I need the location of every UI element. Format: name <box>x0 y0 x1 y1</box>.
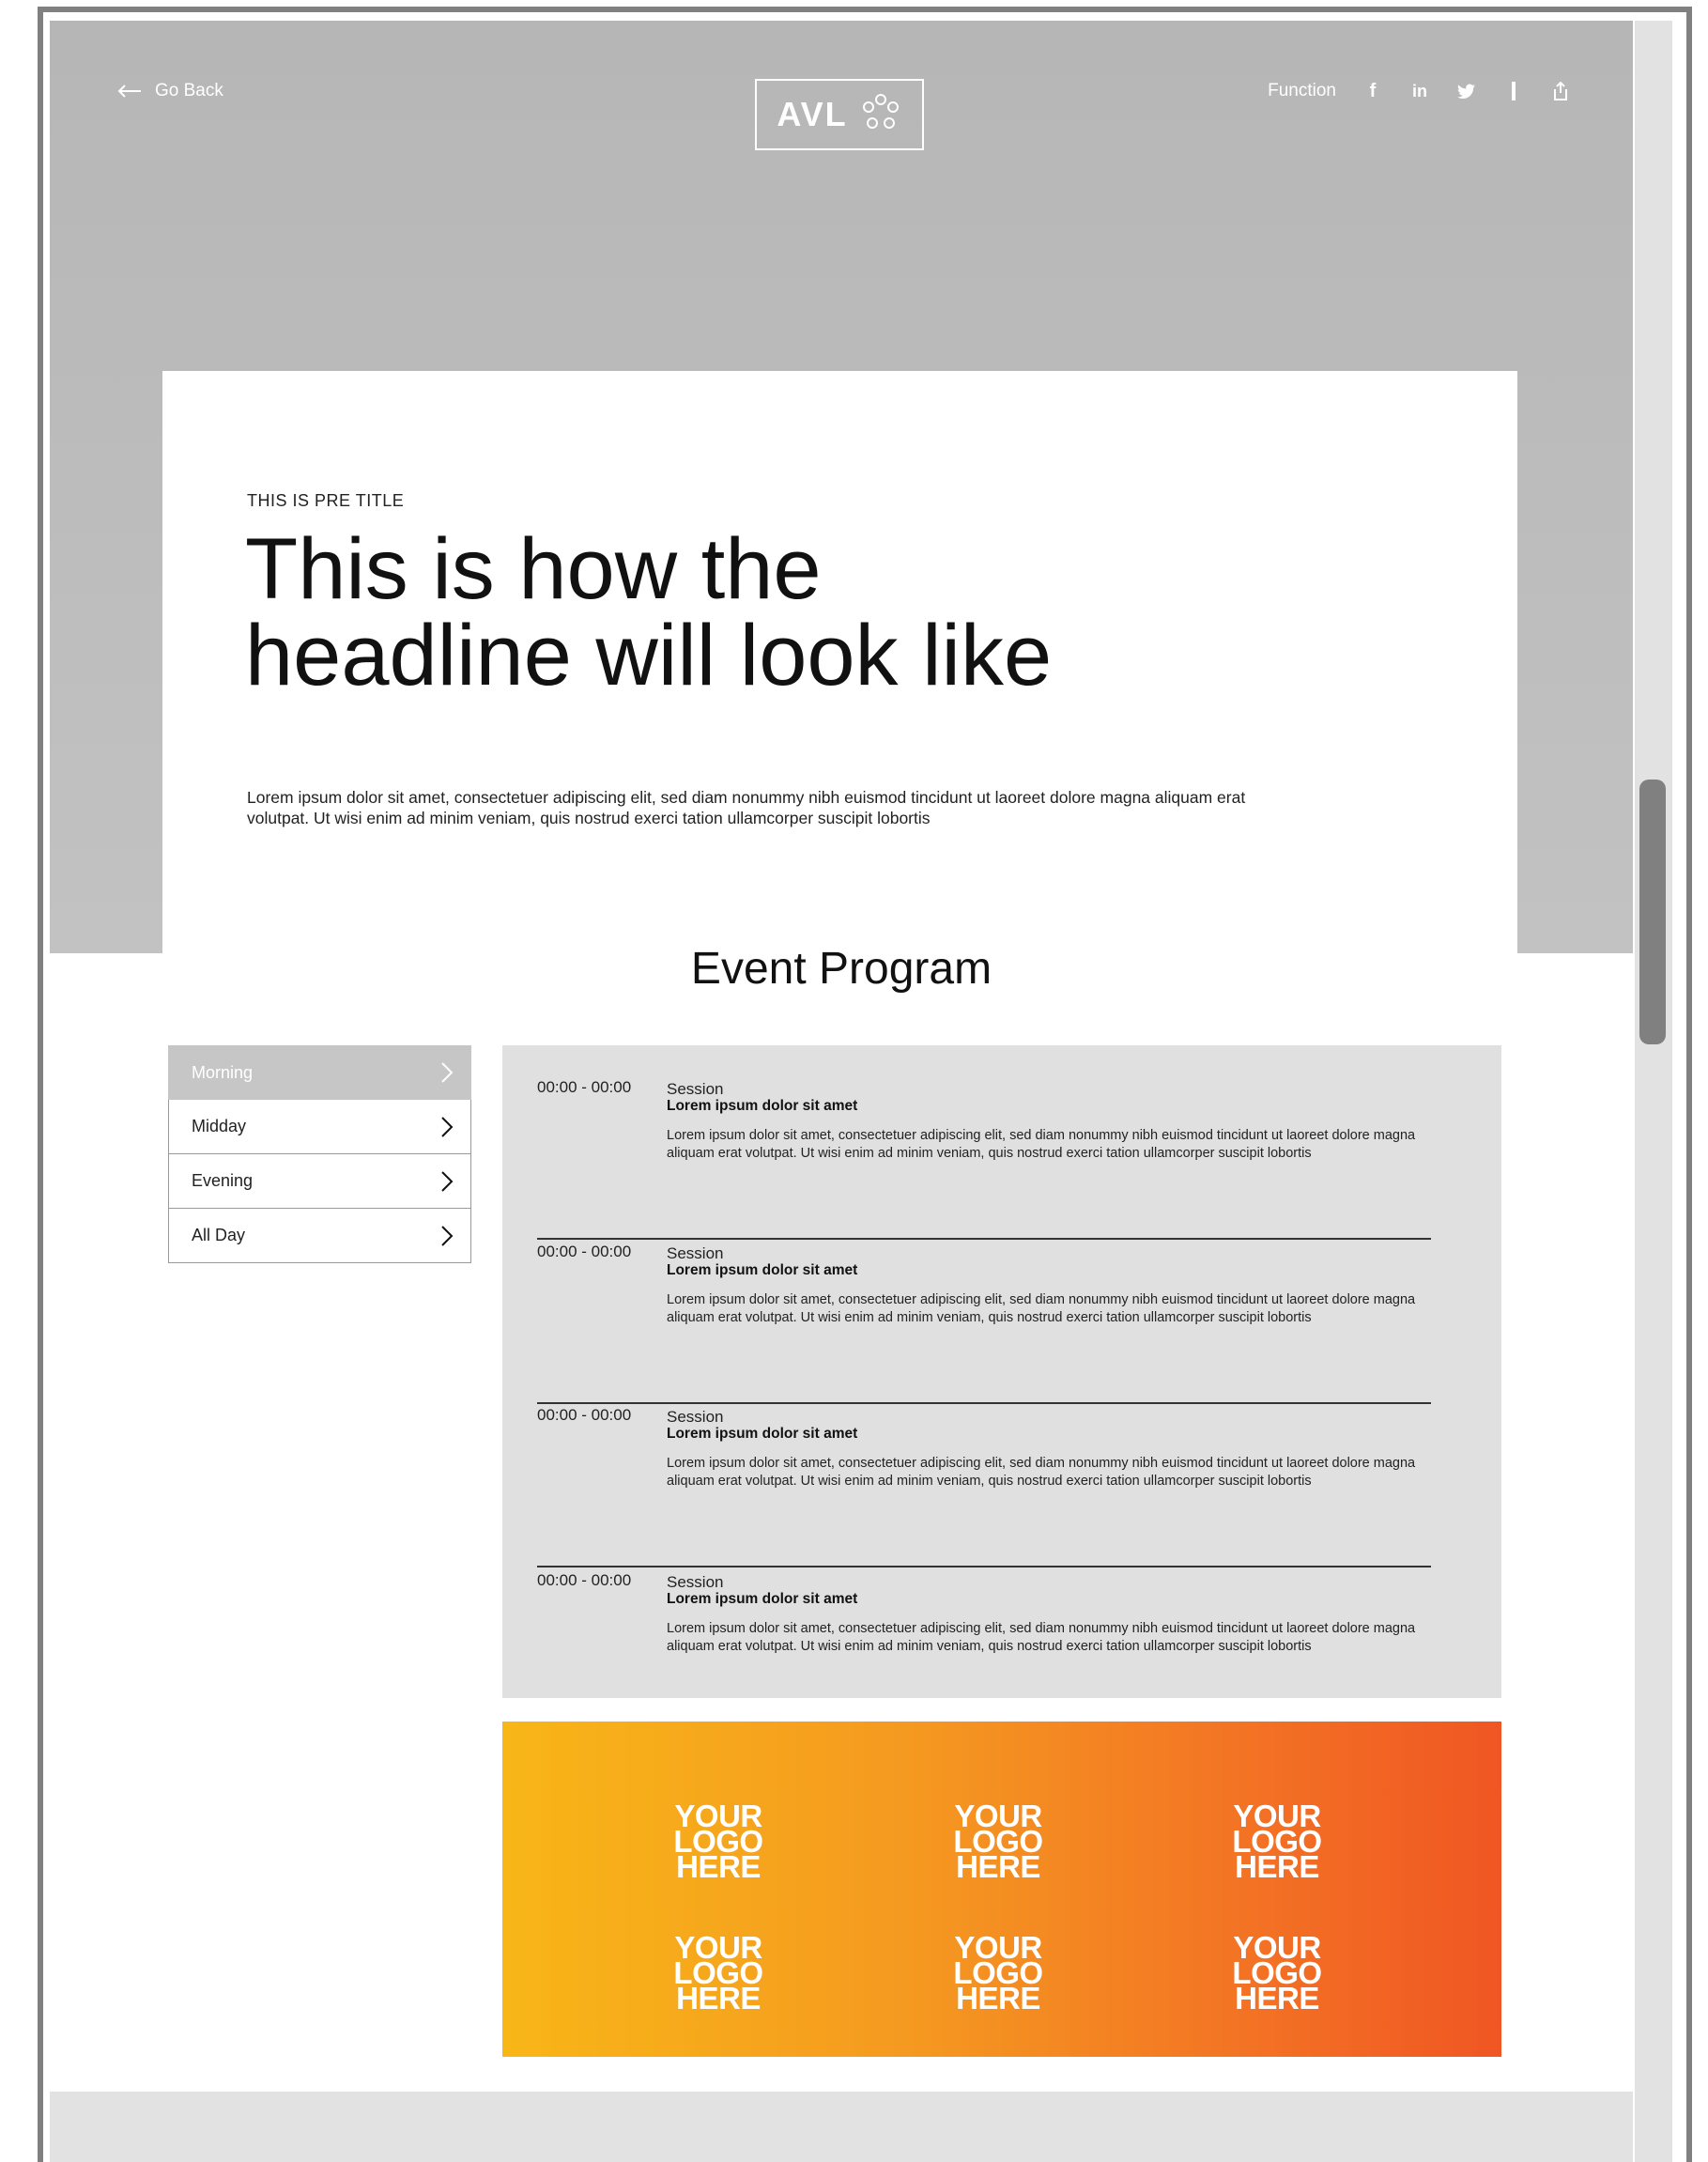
program-tabs: Morning Midday Evening All Day <box>168 1045 471 1263</box>
session-divider <box>537 1238 1431 1240</box>
chevron-right-icon <box>440 1170 454 1193</box>
sponsor-logo[interactable]: YOUR LOGO HERE <box>653 1932 784 2015</box>
scrollbar-thumb[interactable] <box>1639 780 1666 1044</box>
sponsor-logos: YOUR LOGO HERE YOUR LOGO HERE YOUR LOGO … <box>502 1722 1501 2057</box>
scrollbar-track[interactable] <box>1635 21 1672 2162</box>
header-actions: Function f in <box>1268 81 1571 101</box>
sponsor-logo[interactable]: YOUR LOGO HERE <box>932 1800 1064 1884</box>
twitter-icon[interactable] <box>1456 81 1477 101</box>
session-name: Lorem ipsum dolor sit amet <box>667 1426 858 1442</box>
sponsor-logo[interactable]: YOUR LOGO HERE <box>653 1800 784 1884</box>
headline-line-1: This is how the <box>245 521 822 617</box>
session-time: 00:00 - 00:00 <box>537 1243 632 1260</box>
divider-icon <box>1503 81 1524 101</box>
sponsor-logo[interactable]: YOUR LOGO HERE <box>932 1932 1064 2015</box>
headline-line-2: headline will look like <box>245 608 1053 703</box>
session-divider <box>537 1566 1431 1567</box>
session-divider <box>537 1402 1431 1404</box>
go-back-link[interactable]: Go Back <box>117 81 223 101</box>
tab-evening[interactable]: Evening <box>168 1154 471 1209</box>
tab-all-day[interactable]: All Day <box>168 1209 471 1263</box>
avl-logo[interactable]: AVL <box>755 79 924 150</box>
tab-morning[interactable]: Morning <box>168 1045 471 1100</box>
logo-line: HERE <box>1235 1981 1319 2015</box>
session-time: 00:00 - 00:00 <box>537 1078 632 1096</box>
event-program-title: Event Program <box>690 944 992 994</box>
sponsor-logo[interactable]: YOUR LOGO HERE <box>1211 1800 1343 1884</box>
session-label: Session <box>667 1573 724 1591</box>
function-link[interactable]: Function <box>1268 81 1336 101</box>
session-name: Lorem ipsum dolor sit amet <box>667 1262 858 1278</box>
session-description: Lorem ipsum dolor sit amet, consectetuer… <box>667 1456 1416 1489</box>
session-description: Lorem ipsum dolor sit amet, consectetuer… <box>667 1292 1416 1325</box>
chevron-right-icon <box>440 1225 454 1247</box>
go-back-label: Go Back <box>155 81 223 100</box>
logo-line: HERE <box>956 1849 1040 1884</box>
session-label: Session <box>667 1080 724 1098</box>
tab-label: All Day <box>192 1226 246 1244</box>
session-label: Session <box>667 1408 724 1426</box>
intro-text: Lorem ipsum dolor sit amet, consectetuer… <box>247 788 1246 827</box>
session-label: Session <box>667 1244 724 1262</box>
logo-line: HERE <box>676 1981 761 2015</box>
session-list: 00:00 - 00:00 Session Lorem ipsum dolor … <box>502 1045 1501 1698</box>
tab-label: Evening <box>192 1171 254 1190</box>
hero-card: THIS IS PRE TITLE This is how the headli… <box>162 371 1517 953</box>
headline: This is how the headline will look like <box>245 526 1278 699</box>
session-name: Lorem ipsum dolor sit amet <box>667 1098 858 1114</box>
sponsor-logo[interactable]: YOUR LOGO HERE <box>1211 1932 1343 2015</box>
logo-text: AVL <box>777 95 848 133</box>
footer <box>50 2092 1633 2162</box>
logo-line: HERE <box>1235 1849 1319 1884</box>
logo-mark-icon <box>859 91 902 139</box>
share-icon[interactable] <box>1550 81 1571 101</box>
session-time: 00:00 - 00:00 <box>537 1406 632 1424</box>
session-time: 00:00 - 00:00 <box>537 1571 632 1589</box>
pre-title: THIS IS PRE TITLE <box>247 491 405 510</box>
session-name: Lorem ipsum dolor sit amet <box>667 1591 858 1607</box>
page: Go Back AVL Function f in THIS IS PRE TI… <box>50 21 1633 2162</box>
facebook-icon[interactable]: f <box>1362 81 1383 101</box>
linkedin-icon[interactable]: in <box>1409 81 1430 101</box>
session-description: Lorem ipsum dolor sit amet, consectetuer… <box>667 1128 1416 1161</box>
tab-label: Midday <box>192 1117 247 1135</box>
tab-label: Morning <box>192 1062 254 1082</box>
tab-midday[interactable]: Midday <box>168 1100 471 1154</box>
chevron-right-icon <box>440 1116 454 1138</box>
session-description: Lorem ipsum dolor sit amet, consectetuer… <box>667 1621 1416 1654</box>
logo-line: HERE <box>956 1981 1040 2015</box>
arrow-left-icon <box>117 85 142 98</box>
chevron-right-icon <box>440 1061 454 1084</box>
logo-line: HERE <box>676 1849 761 1884</box>
